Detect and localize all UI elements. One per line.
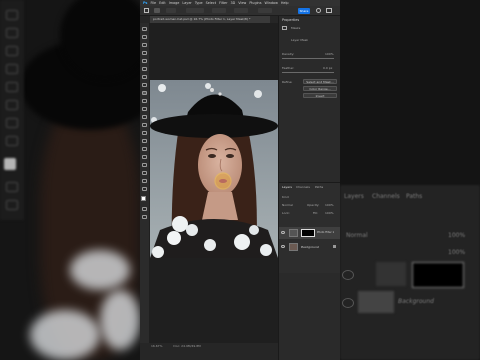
brush-size-dropdown[interactable]	[166, 8, 176, 13]
refine-label: Refine:	[282, 80, 293, 84]
home-icon[interactable]	[144, 8, 149, 13]
right-panel-dock: Properties Masks Layer Mask Density: 100…	[278, 16, 340, 360]
layer-mask-thumbnail[interactable]	[301, 229, 315, 237]
opacity-field[interactable]	[212, 8, 226, 13]
eyedropper-tool-icon[interactable]	[142, 75, 147, 79]
blur-tool-icon[interactable]	[142, 131, 147, 135]
healing-brush-tool-icon[interactable]	[142, 83, 147, 87]
lock-icon	[333, 245, 336, 248]
fill-value[interactable]: 100%	[325, 211, 334, 215]
search-icon[interactable]	[316, 8, 321, 13]
path-select-tool-icon[interactable]	[142, 163, 147, 167]
move-tool-icon[interactable]	[142, 27, 147, 31]
clone-stamp-tool-icon[interactable]	[142, 99, 147, 103]
density-slider[interactable]	[282, 58, 334, 59]
status-bar: 16.67% Doc: 24.9M/49.8M	[149, 343, 278, 349]
workspace-icon[interactable]	[326, 8, 332, 13]
blurred-tab-channels: Channels	[372, 193, 400, 200]
blend-mode-dropdown[interactable]: Normal	[282, 203, 293, 207]
share-button[interactable]: Share	[298, 8, 310, 14]
background-thumbnail	[289, 243, 298, 251]
gradient-tool-icon[interactable]	[142, 123, 147, 127]
lasso-tool-icon[interactable]	[142, 43, 147, 47]
smoothing-field[interactable]	[258, 8, 272, 13]
visibility-eye-icon[interactable]	[281, 245, 285, 248]
color-range-button[interactable]: Color Range...	[303, 86, 337, 91]
tab-channels[interactable]: Channels	[296, 185, 310, 189]
options-bar: Share	[140, 6, 340, 16]
blurred-layer-background: Background	[398, 298, 434, 305]
history-brush-tool-icon[interactable]	[142, 107, 147, 111]
screen-mode-icon[interactable]	[142, 215, 147, 219]
blurred-background-right: Layers Channels Paths Normal 100% 100% B…	[340, 0, 480, 360]
document-tab-bar: portrait-woman-hat.psd @ 16.7% (Photo Fi…	[140, 16, 278, 23]
layer-row-photo-filter[interactable]: Photo Filter 1	[279, 227, 340, 239]
quick-mask-icon[interactable]	[142, 207, 147, 211]
marquee-tool-icon[interactable]	[142, 35, 147, 39]
density-value[interactable]: 100%	[325, 52, 334, 56]
opacity-label: Opacity:	[307, 203, 320, 207]
layer-row-background[interactable]: Background	[279, 241, 340, 253]
visibility-eye-icon[interactable]	[281, 231, 285, 234]
layer-mask-label: Layer Mask	[291, 38, 309, 42]
adjustment-thumbnail	[289, 229, 298, 237]
flow-field[interactable]	[234, 8, 248, 13]
tab-layers[interactable]: Layers	[282, 185, 292, 189]
feather-slider[interactable]	[282, 72, 334, 73]
crop-tool-icon[interactable]	[142, 59, 147, 63]
shape-tool-icon[interactable]	[142, 171, 147, 175]
dodge-tool-icon[interactable]	[142, 139, 147, 143]
feather-label: Feather:	[282, 66, 295, 70]
blurred-blend-mode: Normal	[346, 232, 368, 239]
properties-panel-title[interactable]: Properties	[282, 18, 299, 22]
layers-panel: Layers Channels Paths Kind Normal Opacit…	[279, 182, 340, 273]
tab-paths[interactable]: Paths	[315, 185, 323, 189]
layer-name-photo-filter: Photo Filter 1	[317, 231, 335, 234]
frame-tool-icon[interactable]	[142, 67, 147, 71]
opacity-value[interactable]: 100%	[325, 203, 334, 207]
blurred-toolbar	[0, 0, 24, 220]
object-select-tool-icon[interactable]	[142, 51, 147, 55]
brush-tool-icon[interactable]	[154, 8, 160, 13]
layer-name-background: Background	[301, 245, 319, 249]
zoom-tool-icon[interactable]	[142, 187, 147, 191]
document-tab[interactable]: portrait-woman-hat.psd @ 16.7% (Photo Fi…	[150, 16, 270, 23]
blurred-tab-layers: Layers	[344, 193, 364, 200]
doc-size: Doc: 24.9M/49.8M	[173, 344, 201, 348]
feather-value[interactable]: 0.0 px	[323, 66, 332, 70]
density-label: Density:	[282, 52, 295, 56]
document-image[interactable]	[150, 80, 278, 258]
lock-label: Lock:	[282, 211, 290, 215]
masks-section-label: Masks	[291, 26, 301, 30]
brush-tool-icon[interactable]	[142, 91, 147, 95]
eraser-tool-icon[interactable]	[142, 115, 147, 119]
zoom-level[interactable]: 16.67%	[151, 344, 162, 348]
portrait-photo	[150, 80, 278, 258]
pen-tool-icon[interactable]	[142, 147, 147, 151]
blurred-tab-paths: Paths	[406, 193, 423, 200]
foreground-color-swatch[interactable]	[141, 196, 146, 201]
blurred-opacity: 100%	[448, 232, 466, 239]
select-and-mask-button[interactable]: Select and Mask...	[303, 79, 337, 84]
blurred-background-left	[0, 0, 140, 360]
mode-dropdown[interactable]	[186, 8, 204, 13]
hand-tool-icon[interactable]	[142, 179, 147, 183]
kind-filter[interactable]: Kind	[282, 195, 289, 199]
fill-label: Fill:	[313, 211, 319, 215]
photoshop-window: Ps File Edit Image Layer Type Select Fil…	[140, 0, 340, 360]
blurred-fill: 100%	[448, 249, 466, 256]
type-tool-icon[interactable]	[142, 155, 147, 159]
mask-icon[interactable]	[282, 26, 287, 30]
invert-button[interactable]: Invert	[303, 93, 337, 98]
